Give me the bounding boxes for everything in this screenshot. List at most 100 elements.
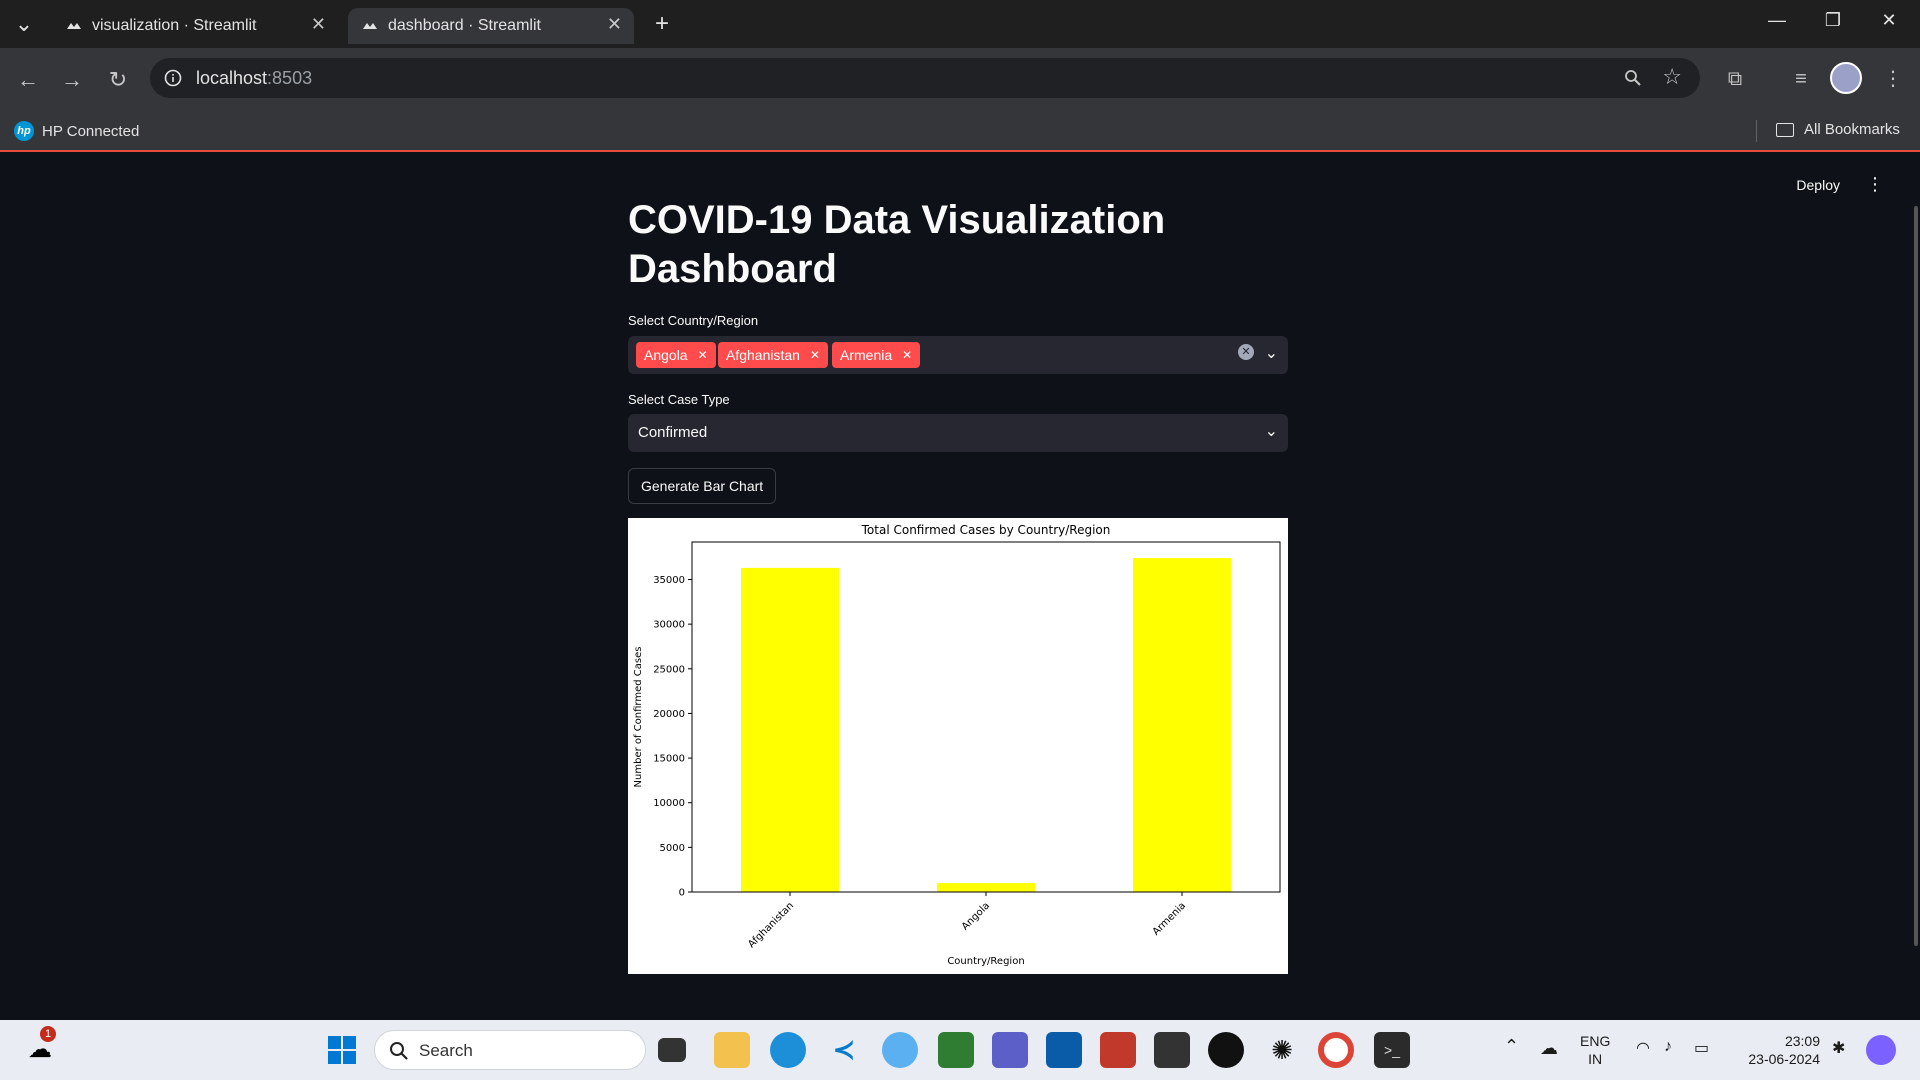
bookmarks-divider (1756, 120, 1757, 142)
y-tick-label: 5000 (660, 843, 685, 854)
url-port: :8503 (267, 67, 313, 88)
tray-chevron-icon[interactable]: ⌃ (1504, 1036, 1519, 1057)
y-axis-label: Number of Confirmed Cases (633, 647, 644, 788)
copilot-icon[interactable] (882, 1032, 918, 1068)
tab-dashboard[interactable]: dashboard · Streamlit ✕ (348, 8, 634, 44)
hp-logo-icon: hp (14, 121, 34, 141)
notification-icon[interactable]: ✱ (1832, 1038, 1845, 1058)
bar-angola (937, 883, 1035, 892)
bookmark-label: HP Connected (42, 122, 140, 140)
tab-visualization[interactable]: visualization · Streamlit ✕ (52, 8, 338, 44)
lang-line2: IN (1588, 1051, 1603, 1067)
remove-chip-icon[interactable]: ✕ (810, 348, 820, 362)
country-multiselect[interactable]: Angola ✕ Afghanistan ✕ Armenia ✕ ✕ ⌄ (628, 336, 1288, 374)
search-icon (390, 1042, 408, 1060)
chip-armenia[interactable]: Armenia ✕ (832, 342, 921, 368)
tab-search-icon[interactable]: ⌄ (8, 8, 40, 40)
store-icon[interactable] (1046, 1032, 1082, 1068)
extensions-icon[interactable]: ⧉ (1718, 62, 1752, 96)
windows-taskbar: ☁ 1 Search ≺ ✺ >_ ⌃ ☁ ENG IN ◠ ♪ ▭ 23:09… (0, 1020, 1920, 1080)
address-bar[interactable]: localhost:8503 ☆ (150, 58, 1700, 98)
minimize-icon[interactable]: — (1754, 10, 1800, 31)
close-tab-icon[interactable]: ✕ (607, 14, 622, 35)
y-tick-label: 35000 (653, 575, 685, 586)
file-explorer-icon[interactable] (714, 1032, 750, 1068)
deploy-button[interactable]: Deploy (1796, 177, 1840, 193)
streamlit-app: Deploy ⋮ COVID-19 Data Visualization Das… (0, 152, 1920, 1020)
bar-afghanistan (741, 567, 839, 892)
battery-icon[interactable]: ▭ (1694, 1038, 1709, 1058)
bar-chart-svg: Total Confirmed Cases by Country/Region A… (633, 523, 1281, 967)
generate-bar-chart-button[interactable]: Generate Bar Chart (628, 468, 777, 504)
site-info-icon[interactable] (164, 69, 182, 87)
close-window-icon[interactable]: ✕ (1866, 10, 1912, 31)
browser-tab-bar: ⌄ visualization · Streamlit ✕ dashboard … (0, 0, 1920, 48)
browser-menu-icon[interactable]: ⋮ (1876, 62, 1910, 96)
all-bookmarks-button[interactable]: All Bookmarks (1776, 121, 1900, 138)
case-type-value: Confirmed (638, 424, 708, 441)
y-tick-label: 0 (679, 888, 685, 899)
bookmark-star-icon[interactable]: ☆ (1662, 64, 1682, 90)
remove-chip-icon[interactable]: ✕ (698, 348, 708, 362)
start-icon[interactable] (324, 1032, 360, 1068)
y-tick-label: 10000 (653, 798, 685, 809)
remove-chip-icon[interactable]: ✕ (902, 348, 912, 362)
language-indicator[interactable]: ENG IN (1580, 1032, 1610, 1068)
teams-icon[interactable] (992, 1032, 1028, 1068)
url-host: localhost (196, 67, 268, 88)
app-icon[interactable] (1154, 1032, 1190, 1068)
chip-label: Armenia (840, 347, 893, 363)
back-icon[interactable]: ← (12, 64, 44, 96)
chip-label: Angola (644, 347, 688, 363)
reload-icon[interactable]: ↻ (102, 64, 134, 96)
country-select-label: Select Country/Region (628, 313, 759, 328)
app-icon[interactable] (1100, 1032, 1136, 1068)
case-type-label: Select Case Type (628, 392, 730, 407)
bar-armenia (1133, 558, 1231, 892)
taskbar-search[interactable]: Search (374, 1030, 646, 1070)
clear-all-icon[interactable]: ✕ (1238, 344, 1254, 360)
y-tick-label: 20000 (653, 709, 685, 720)
scrollbar[interactable] (1912, 152, 1920, 1020)
chrome-icon[interactable] (1318, 1032, 1354, 1068)
y-tick-label: 30000 (653, 620, 685, 631)
bar-chart: Total Confirmed Cases by Country/Region A… (628, 518, 1288, 974)
chip-angola[interactable]: Angola ✕ (636, 342, 716, 368)
chatgpt-icon[interactable]: ✺ (1264, 1032, 1300, 1068)
chart-title: Total Confirmed Cases by Country/Region (861, 523, 1111, 537)
page-title: COVID-19 Data Visualization Dashboard (628, 198, 1166, 291)
bookmark-hp-connected[interactable]: hp HP Connected (14, 121, 139, 141)
edge-icon[interactable] (770, 1032, 806, 1068)
x-tick-label: Angola (960, 900, 992, 932)
x-tick-label: Afghanistan (746, 900, 796, 950)
case-type-select[interactable]: Confirmed ⌄ (628, 414, 1288, 452)
copilot-tray-icon[interactable] (1866, 1035, 1896, 1065)
vscode-icon[interactable]: ≺ (826, 1032, 862, 1068)
volume-icon[interactable]: ♪ (1664, 1038, 1672, 1056)
onedrive-icon[interactable]: ☁ (1540, 1038, 1558, 1059)
clock[interactable]: 23:09 23-06-2024 (1730, 1032, 1820, 1068)
wifi-icon[interactable]: ◠ (1636, 1038, 1650, 1058)
forward-icon[interactable]: → (56, 64, 88, 96)
app-icon[interactable] (938, 1032, 974, 1068)
browser-toolbar: ← → ↻ localhost:8503 ☆ ⧉ ≡ ⋮ (0, 48, 1920, 112)
x-tick-label: Armenia (1151, 900, 1188, 937)
terminal-icon[interactable]: >_ (1374, 1032, 1410, 1068)
new-tab-button[interactable]: + (646, 8, 678, 40)
close-tab-icon[interactable]: ✕ (311, 14, 326, 35)
y-tick-label: 25000 (653, 664, 685, 675)
time: 23:09 (1784, 1033, 1820, 1049)
streamlit-favicon-icon (363, 23, 377, 29)
main-menu-icon[interactable]: ⋮ (1866, 174, 1884, 195)
scrollbar-thumb[interactable] (1914, 206, 1918, 946)
chevron-down-icon[interactable]: ⌄ (1265, 343, 1278, 363)
profile-avatar[interactable] (1830, 62, 1862, 94)
task-view-icon[interactable] (658, 1038, 686, 1062)
chip-afghanistan[interactable]: Afghanistan ✕ (718, 342, 829, 368)
media-controls-icon[interactable]: ≡ (1784, 62, 1818, 96)
zoom-icon[interactable] (1624, 69, 1642, 87)
restore-icon[interactable]: ❐ (1810, 10, 1856, 31)
github-icon[interactable] (1208, 1032, 1244, 1068)
chevron-down-icon[interactable]: ⌄ (1265, 421, 1278, 441)
x-axis-label: Country/Region (947, 956, 1024, 967)
